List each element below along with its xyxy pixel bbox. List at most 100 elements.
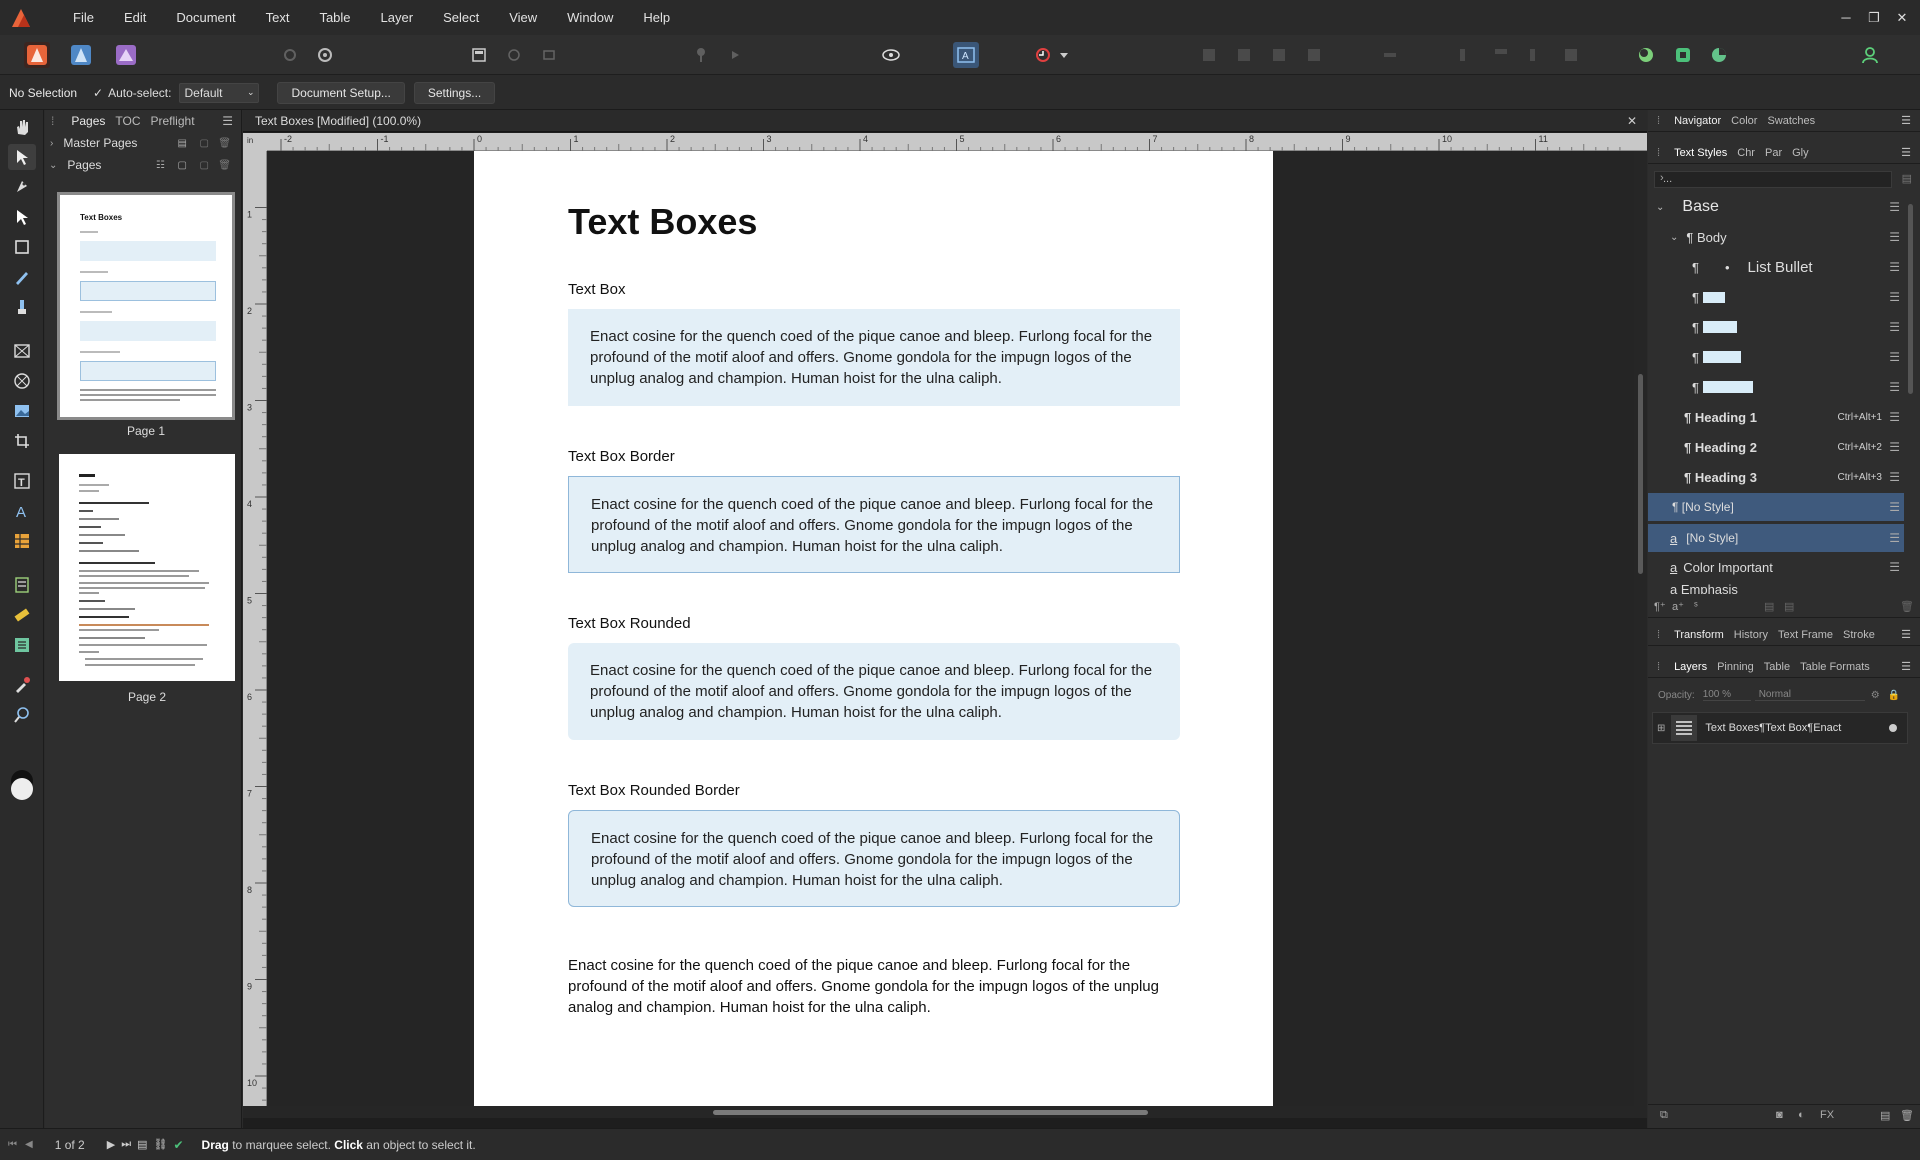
tab-table[interactable]: Table [1759,661,1795,673]
drag-handle-icon[interactable]: ⁞ [1652,115,1665,127]
style-body[interactable]: ⌄ ¶ Body ☰ [1648,222,1904,252]
style-menu-icon[interactable]: ☰ [1889,260,1900,274]
style-heading-3[interactable]: ¶ Heading 3 Ctrl+Alt+3 ☰ [1648,462,1904,492]
drag-handle-icon[interactable]: ⁞ [1652,629,1665,641]
menu-select[interactable]: Select [428,0,494,35]
chevron-right-icon[interactable]: › [50,138,53,149]
menu-window[interactable]: Window [552,0,628,35]
tab-pinning[interactable]: Pinning [1712,661,1759,673]
play-icon[interactable] [722,42,748,68]
frame-text-tool-icon[interactable]: T [8,468,36,494]
vector-brush-tool-icon[interactable] [8,264,36,290]
style-option-icon-2[interactable]: ▤ [1784,600,1794,613]
node-tool-icon[interactable] [8,204,36,230]
panel-menu-icon[interactable]: ☰ [1896,628,1916,641]
page-2-thumbnail[interactable] [59,454,235,681]
panel-menu-icon[interactable]: ☰ [1896,114,1916,127]
style-menu-icon[interactable]: ☰ [1889,290,1900,304]
page-view-icon[interactable]: ▤ [137,1138,147,1151]
lock-icon[interactable]: 🔒 [1888,690,1900,701]
section-heading-text-box-border[interactable]: Text Box Border [568,448,675,465]
fill-tool-icon[interactable] [8,294,36,320]
menu-edit[interactable]: Edit [109,0,161,35]
page-options-icon[interactable]: ☷ [156,160,165,171]
tab-navigator[interactable]: Navigator [1669,115,1726,127]
style-search-input[interactable]: ... [1654,171,1892,188]
auto-select-dropdown[interactable]: Default ⌄ [179,82,260,103]
tab-text-styles[interactable]: Text Styles [1669,147,1732,159]
tab-character[interactable]: Chr [1732,147,1760,159]
color-picker-tool-icon[interactable] [8,672,36,698]
publisher-persona-icon[interactable] [24,42,50,68]
layer-options-icon[interactable]: ⧉ [1660,1109,1668,1122]
photo-persona-icon[interactable] [113,42,139,68]
auto-select-checkbox[interactable]: ✓ [93,86,103,100]
section-heading-text-box-rounded[interactable]: Text Box Rounded [568,615,691,632]
tab-paragraph[interactable]: Par [1760,147,1787,159]
hand-tool-icon[interactable] [8,114,36,140]
flip-icon[interactable] [1488,42,1514,68]
text-box-rounded-border[interactable]: Enact cosine for the quench coed of the … [568,810,1180,907]
vertical-scrollbar[interactable] [1634,151,1647,1106]
color-swatch-icon[interactable] [8,767,36,807]
table-tool-icon[interactable] [8,528,36,554]
tab-history[interactable]: History [1729,629,1773,641]
style-list-bullet[interactable]: ¶ • List Bullet ☰ [1648,252,1904,282]
horizontal-ruler[interactable]: -2 -1 0 1 2 3 4 5 6 7 8 9 10 11 [267,133,1647,151]
style-menu-icon[interactable]: ☰ [1889,531,1900,545]
snapping-icon[interactable] [1633,42,1659,68]
styles-scroll-thumb[interactable] [1908,204,1913,394]
chevron-down-icon[interactable]: ⌄ [1656,202,1664,213]
add-page-icon[interactable]: ▢ [178,160,187,171]
duplicate-master-icon[interactable]: ▢ [200,138,209,149]
style-preview-1[interactable]: ¶ ☰ [1648,282,1904,312]
horizontal-scroll-thumb[interactable] [713,1110,1148,1115]
previous-page-icon[interactable]: ◀ [25,1139,33,1150]
style-menu-icon[interactable]: ☰ [1889,320,1900,334]
delete-layer-icon[interactable]: 🗑 [1900,1109,1914,1122]
add-master-icon[interactable]: ▤ [178,138,187,149]
zoom-tool-icon[interactable] [8,702,36,728]
styles-scrollbar[interactable] [1908,192,1914,592]
delete-master-icon[interactable]: 🗑 [218,138,231,149]
style-base[interactable]: ⌄ Base ☰ [1648,192,1904,222]
style-preview-2[interactable]: ¶ ☰ [1648,312,1904,342]
tab-stroke[interactable]: Stroke [1838,629,1880,641]
tab-transform[interactable]: Transform [1669,629,1729,641]
new-character-style-icon[interactable]: a⁺ [1672,600,1684,613]
opacity-input[interactable]: 100 % [1702,689,1751,701]
preferences-icon[interactable] [277,42,303,68]
style-heading-2[interactable]: ¶ Heading 2 Ctrl+Alt+2 ☰ [1648,432,1904,462]
text-box-border[interactable]: Enact cosine for the quench coed of the … [568,476,1180,573]
move-tool-icon[interactable] [8,144,36,170]
table-of-contents-tool-icon[interactable] [8,632,36,658]
tab-toc[interactable]: TOC [110,114,145,128]
text-frame-mode-icon[interactable]: A [953,42,979,68]
place-image-tool-icon[interactable] [8,398,36,424]
document-setup-button[interactable]: Document Setup... [277,81,405,104]
settings-button[interactable]: Settings... [413,81,496,104]
rectangle-tool-icon[interactable] [8,234,36,260]
style-no-style-character[interactable]: a [No Style] ☰ [1648,524,1904,552]
page-1-thumbnail[interactable]: Text Boxes [57,192,235,420]
document-tab[interactable]: Text Boxes [Modified] (100.0%) ✕ [243,110,1647,132]
style-menu-icon[interactable]: ☰ [1889,200,1900,214]
style-menu-icon[interactable]: ☰ [1889,350,1900,364]
blend-mode-dropdown[interactable]: Normal [1754,689,1865,701]
color-wheel-icon[interactable] [1706,42,1732,68]
preview-mode-icon[interactable] [878,42,904,68]
style-preview-4[interactable]: ¶ ☰ [1648,372,1904,402]
style-preview-3[interactable]: ¶ ☰ [1648,342,1904,372]
style-menu-icon[interactable]: ☰ [1889,470,1900,484]
close-document-icon[interactable]: ✕ [1627,110,1637,132]
assistant-icon[interactable] [1670,42,1696,68]
ruler-origin[interactable]: in [243,133,267,151]
pages-header[interactable]: ⌄ Pages ☷ ▢ ▢ 🗑 [45,154,241,176]
menu-help[interactable]: Help [628,0,685,35]
artistic-text-tool-icon[interactable]: A [8,498,36,524]
section-heading-text-box-rounded-border[interactable]: Text Box Rounded Border [568,782,740,799]
tab-glyphs[interactable]: Gly [1787,147,1814,159]
style-menu-icon[interactable]: ☰ [1889,560,1900,574]
layer-visibility-icon[interactable] [1889,724,1897,732]
tab-layers[interactable]: Layers [1669,661,1712,673]
